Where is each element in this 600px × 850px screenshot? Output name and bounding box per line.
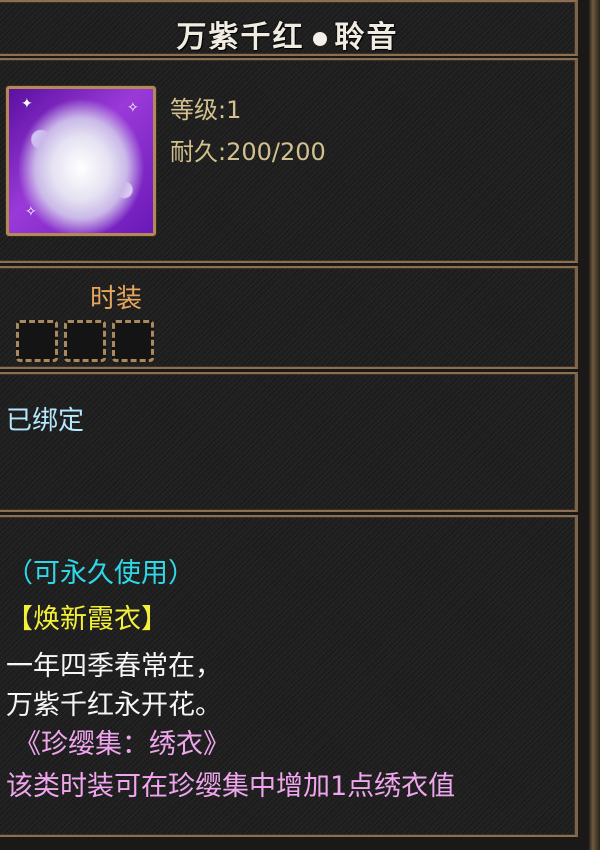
durability-label: 耐久	[170, 138, 218, 166]
tooltip-title-bar: 万紫千红 聆音	[0, 0, 578, 56]
usage-duration-text: （可永久使用）	[6, 558, 195, 589]
level-stat: 等级:1	[170, 96, 242, 124]
item-description-panel: （可永久使用） 【焕新霞衣】 一年四季春常在， 万紫千红永开花。 《珍缨集：绣衣…	[0, 515, 578, 837]
bind-status-panel: 已绑定	[0, 372, 578, 512]
collection-bonus-text: 该类时装可在珍缨集中增加1点绣衣值	[6, 771, 456, 802]
fashion-slot-label: 时装	[90, 284, 143, 314]
durability-stat: 耐久:200/200	[170, 138, 326, 166]
bind-status-text: 已绑定	[6, 406, 85, 436]
fashion-slot-1[interactable]	[16, 320, 58, 362]
level-value: 1	[226, 96, 242, 124]
durability-value: 200/200	[226, 138, 326, 166]
window-edge	[588, 0, 600, 850]
item-title-name: 万紫千红	[176, 20, 305, 55]
poem-line-1: 一年四季春常在，	[6, 651, 222, 682]
fashion-slot-panel: 时装	[0, 266, 578, 369]
sparkle-icon: ✧	[127, 100, 139, 116]
item-info-panel: ✦ ✧ ✧ 等级:1 耐久:200/200	[0, 58, 578, 263]
fashion-slot-3[interactable]	[112, 320, 154, 362]
title-separator-dot	[312, 31, 327, 46]
item-title: 万紫千红 聆音	[0, 12, 575, 56]
level-label: 等级	[170, 96, 218, 124]
poem-line-2: 万紫千红永开花。	[6, 690, 222, 721]
sparkle-icon: ✧	[25, 204, 37, 220]
collection-name-text: 《珍缨集：绣衣》	[14, 729, 230, 760]
fashion-outfit-icon: ✦ ✧ ✧	[6, 86, 156, 236]
set-name-text: 【焕新霞衣】	[6, 604, 168, 635]
item-title-variant: 聆音	[334, 20, 399, 55]
fashion-slot-2[interactable]	[64, 320, 106, 362]
sparkle-icon: ✦	[21, 96, 33, 112]
